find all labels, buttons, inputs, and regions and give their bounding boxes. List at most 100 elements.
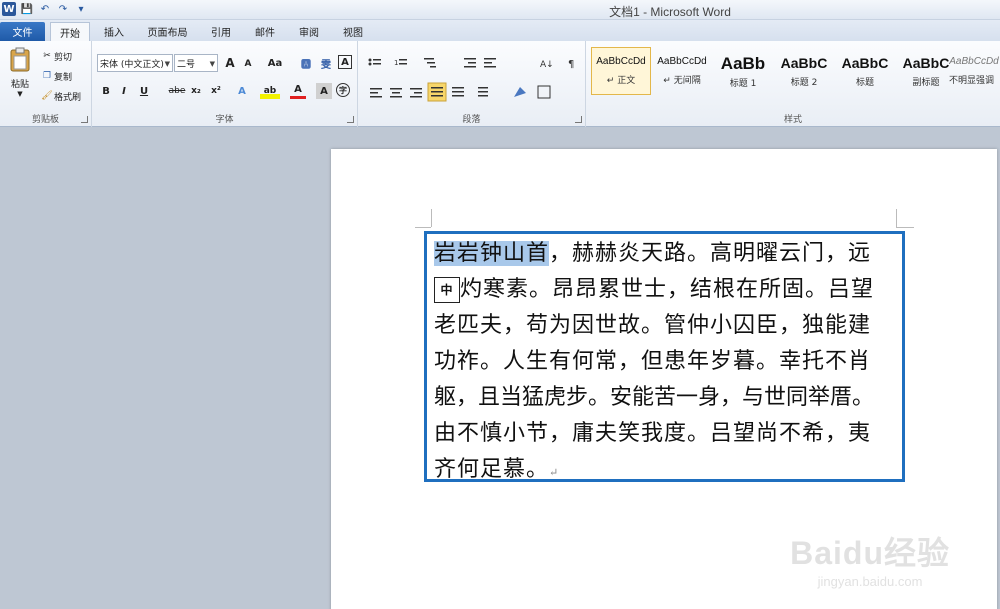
paragraph-group: 1 A↓ ¶ 段落 xyxy=(358,41,586,127)
copy-label: 复制 xyxy=(54,72,73,83)
font-launcher-icon[interactable] xyxy=(347,116,354,123)
strikethrough-button[interactable]: abe xyxy=(166,83,188,99)
svg-text:1: 1 xyxy=(394,59,398,67)
selected-text[interactable]: 岩岩钟山首 xyxy=(434,241,550,266)
phonetic-guide-button[interactable]: 雯 xyxy=(318,55,334,71)
font-name-value: 宋体 (中文正文) xyxy=(100,59,164,70)
text-line: 老匹夫，苟为因世故。管仲小囚臣，独能建 xyxy=(434,313,872,338)
cut-button[interactable]: ✂ 剪切 xyxy=(40,49,72,63)
crop-mark xyxy=(896,209,897,227)
document-text[interactable]: 岩岩钟山首，赫赫炎天路。高明曜云门，远 中灼寒素。昂昂累世士，结根在所固。吕望 … xyxy=(434,236,901,491)
paste-label: 粘贴 xyxy=(10,80,29,90)
paragraph-mark-icon: ↵ xyxy=(549,466,560,479)
styles-group: AaBbCcDd ↵ 正文 AaBbCcDd ↵ 无间隔 AaBb 标题 1 A… xyxy=(586,41,1000,127)
watermark-url: jingyan.baidu.com xyxy=(817,574,923,589)
paragraph-launcher-icon[interactable] xyxy=(575,116,582,123)
tab-references[interactable]: 引用 xyxy=(203,22,239,41)
subscript-button[interactable]: x₂ xyxy=(188,83,204,99)
superscript-button[interactable]: x² xyxy=(208,83,224,99)
copy-button[interactable]: ❐ 复制 xyxy=(40,69,72,83)
title-bar: W 💾 ↶ ↷ ▾ 文档1 - Microsoft Word xyxy=(0,0,1000,20)
tab-file[interactable]: 文件 xyxy=(0,22,45,41)
tab-review[interactable]: 审阅 xyxy=(291,22,327,41)
ribbon-tabs: 文件 开始 插入 页面布局 引用 邮件 审阅 视图 xyxy=(0,20,1000,41)
font-group: 宋体 (中文正文) ▼ 二号 ▼ A A Aa 🅰 雯 A B I U abe … xyxy=(92,41,358,127)
cut-label: 剪切 xyxy=(54,52,73,63)
grow-font-button[interactable]: A xyxy=(222,55,238,71)
style-no-spacing[interactable]: AaBbCcDd ↵ 无间隔 xyxy=(652,47,712,95)
crop-mark xyxy=(896,227,914,228)
style-name: 标题 1 xyxy=(729,78,757,89)
text-line: 齐何足慕。↵ xyxy=(434,452,901,491)
tab-insert[interactable]: 插入 xyxy=(96,22,132,41)
bold-button[interactable]: B xyxy=(98,83,114,99)
paragraph-tools[interactable]: 1 A↓ ¶ xyxy=(364,53,580,109)
chevron-down-icon: ▼ xyxy=(17,90,23,98)
text-effects-button[interactable]: A xyxy=(234,83,250,99)
text-line: 功祚。人生有何常，但患年岁暮。幸托不肖 xyxy=(434,349,872,374)
ime-indicator-icon[interactable]: 中 xyxy=(434,277,460,303)
tab-mailings[interactable]: 邮件 xyxy=(247,22,283,41)
crop-mark xyxy=(431,209,432,227)
character-border-button[interactable]: A xyxy=(338,55,352,69)
font-size-value: 二号 xyxy=(177,59,196,70)
svg-text:A↓: A↓ xyxy=(540,60,554,70)
style-heading-2[interactable]: AaBbC 标题 2 xyxy=(774,47,834,95)
style-name: ↵ 无间隔 xyxy=(663,76,701,86)
tab-view[interactable]: 视图 xyxy=(335,22,371,41)
clipboard-group-label: 剪贴板 xyxy=(31,115,59,125)
paste-button[interactable]: 粘贴 ▼ xyxy=(6,47,34,101)
clipboard-icon xyxy=(9,47,31,73)
style-sample: AaBbCcDd xyxy=(596,56,646,67)
tab-home[interactable]: 开始 xyxy=(50,22,90,41)
svg-text:¶: ¶ xyxy=(568,59,574,70)
style-heading-1[interactable]: AaBb 标题 1 xyxy=(713,47,773,95)
clear-format-button[interactable]: 🅰 xyxy=(298,55,314,71)
chevron-down-icon: ▼ xyxy=(164,60,170,68)
format-painter-button[interactable]: 🖌 格式刷 xyxy=(40,89,81,103)
style-sample: AaBbCcDd xyxy=(657,56,707,67)
style-normal[interactable]: AaBbCcDd ↵ 正文 xyxy=(591,47,651,95)
clipboard-launcher-icon[interactable] xyxy=(81,116,88,123)
document-area: 岩岩钟山首，赫赫炎天路。高明曜云门，远 中灼寒素。昂昂累世士，结根在所固。吕望 … xyxy=(0,127,1000,609)
highlight-color-button[interactable]: ab xyxy=(260,83,280,99)
character-shading-button[interactable]: A xyxy=(316,83,332,99)
style-name: 副标题 xyxy=(912,77,940,88)
style-subtle-emphasis[interactable]: AaBbCcDd 不明显强调 xyxy=(948,47,1000,95)
underline-button[interactable]: U xyxy=(136,83,152,99)
style-sample: AaBbCcDd xyxy=(949,56,999,67)
font-name-combo[interactable]: 宋体 (中文正文) ▼ xyxy=(97,54,173,72)
style-name: 标题 xyxy=(855,77,874,88)
watermark-logo: Baidu经验 xyxy=(790,535,950,571)
font-size-combo[interactable]: 二号 ▼ xyxy=(174,54,218,72)
scissors-icon: ✂ xyxy=(43,51,51,61)
styles-group-label: 样式 xyxy=(783,115,802,125)
text-line: 躯，且当猛虎步。安能苦一身，与世同举厝。 xyxy=(434,385,875,410)
tab-page-layout[interactable]: 页面布局 xyxy=(140,22,195,41)
ribbon: 粘贴 ▼ ✂ 剪切 ❐ 复制 🖌 格式刷 剪贴板 宋体 (中文正文) ▼ 二号 … xyxy=(0,41,1000,127)
style-sample: AaBbC xyxy=(902,54,950,71)
change-case-button[interactable]: Aa xyxy=(264,55,286,71)
text-line-content: ，赫赫炎天路。高明曜云门，远 xyxy=(549,241,872,266)
style-sample: AaBbC xyxy=(841,54,889,71)
format-painter-label: 格式刷 xyxy=(54,92,82,103)
text-line: 由不慎小节，庸夫笑我度。吕望尚不希，夷 xyxy=(434,421,872,446)
style-name: ↵ 正文 xyxy=(606,76,636,86)
font-group-label: 字体 xyxy=(215,115,234,125)
text-box[interactable]: 岩岩钟山首，赫赫炎天路。高明曜云门，远 中灼寒素。昂昂累世士，结根在所固。吕望 … xyxy=(424,231,905,482)
italic-button[interactable]: I xyxy=(116,83,132,99)
window-title: 文档1 - Microsoft Word xyxy=(609,5,731,19)
paintbrush-icon: 🖌 xyxy=(41,91,53,101)
style-title[interactable]: AaBbC 标题 xyxy=(835,47,895,95)
shrink-font-button[interactable]: A xyxy=(240,56,256,72)
style-sample: AaBb xyxy=(720,53,766,73)
font-color-button[interactable]: A xyxy=(290,83,306,99)
text-line: 岩岩钟山首，赫赫炎天路。高明曜云门，远 xyxy=(434,236,901,272)
text-line-content: 齐何足慕。 xyxy=(434,457,550,482)
text-line: 中灼寒素。昂昂累世士，结根在所固。吕望 xyxy=(434,272,901,308)
text-line-content: 灼寒素。昂昂累世士，结根在所固。吕望 xyxy=(460,277,875,302)
copy-icon: ❐ xyxy=(42,71,52,81)
crop-mark xyxy=(415,227,431,228)
style-subtitle[interactable]: AaBbC 副标题 xyxy=(896,47,956,95)
enclose-characters-button[interactable]: 字 xyxy=(336,83,350,97)
